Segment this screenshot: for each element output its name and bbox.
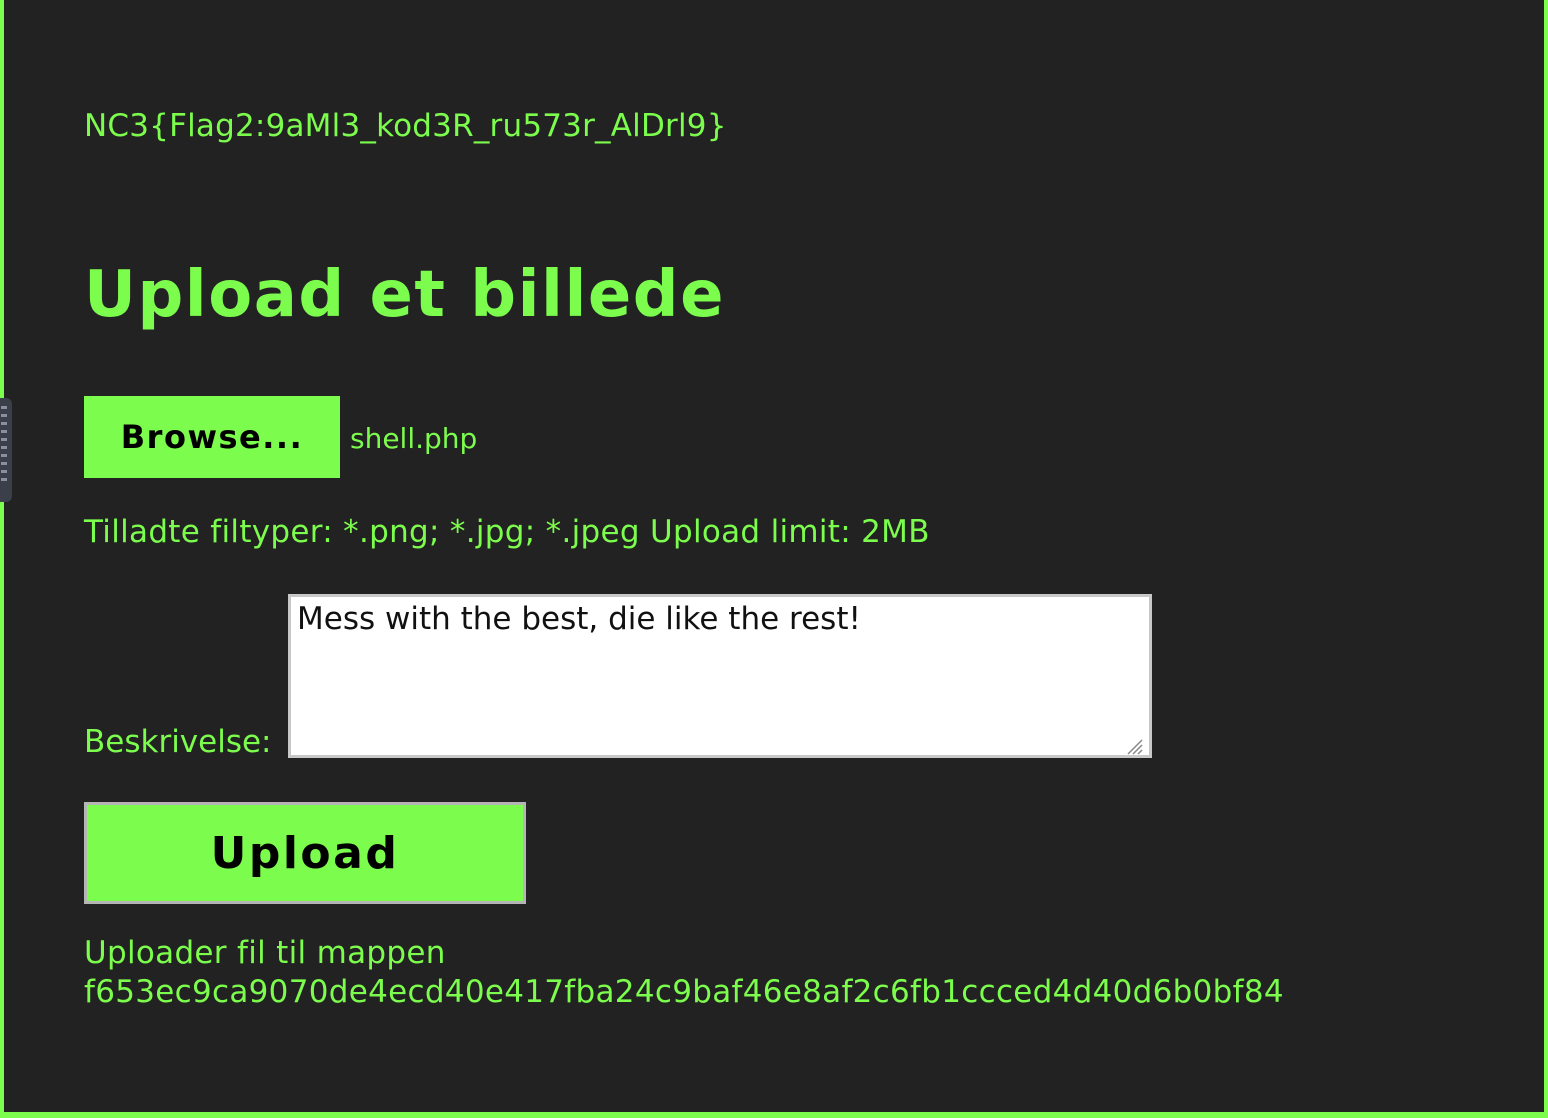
description-textarea[interactable]: Mess with the best, die like the rest!	[288, 594, 1152, 758]
status-line-1: Uploader fil til mappen	[84, 935, 446, 971]
selected-file-name: shell.php	[350, 422, 478, 455]
browse-button[interactable]: Browse...	[84, 396, 340, 478]
description-label: Beskrivelse:	[84, 724, 272, 760]
upload-status: Uploader fil til mappen f653ec9ca9070de4…	[84, 934, 1284, 1012]
drag-handle-icon[interactable]	[0, 398, 12, 502]
page-frame: NC3{Flag2:9aMl3_kod3R_ru573r_AlDrl9} Upl…	[4, 0, 1544, 1112]
flag-text: NC3{Flag2:9aMl3_kod3R_ru573r_AlDrl9}	[84, 108, 727, 144]
upload-button[interactable]: Upload	[84, 802, 526, 904]
status-folder-hash: f653ec9ca9070de4ecd40e417fba24c9baf46e8a…	[84, 974, 1284, 1010]
resize-grip-icon[interactable]	[1120, 732, 1144, 756]
allowed-filetypes-text: Tilladte filtyper: *.png; *.jpg; *.jpeg …	[84, 514, 930, 550]
page-title: Upload et billede	[84, 258, 725, 332]
